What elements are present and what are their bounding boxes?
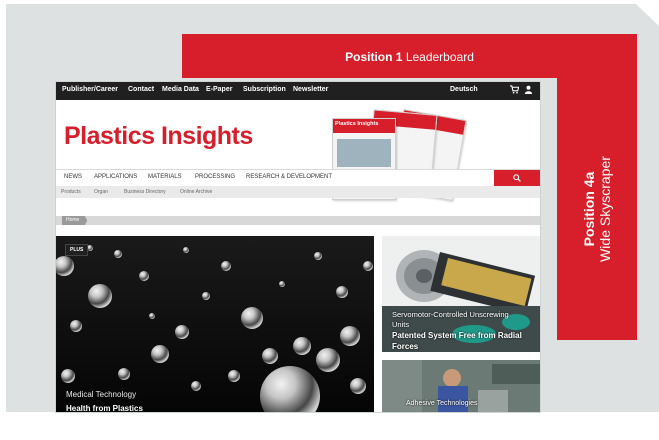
nav-contact[interactable]: Contact xyxy=(128,86,154,93)
nav-research-development[interactable]: RESEARCH & DEVELOPMENT xyxy=(246,174,332,180)
leaderboard-ad-position: Position 1 Leaderboard xyxy=(182,34,637,78)
skyscraper-name: Wide Skyscraper xyxy=(597,156,613,262)
sub-navigation: Products Organ Business Directory Online… xyxy=(56,186,540,198)
nav-epaper[interactable]: E-Paper xyxy=(206,86,232,93)
hero-article[interactable]: PLUS Medical Technology Health from Plas… xyxy=(56,236,374,412)
wide-skyscraper-ad-position: Position 4a Wide Skyscraper xyxy=(557,78,637,340)
search-icon xyxy=(513,174,521,182)
subnav-organ[interactable]: Organ xyxy=(94,189,108,195)
breadcrumb-home[interactable]: Home xyxy=(62,216,88,225)
leaderboard-name: Leaderboard xyxy=(405,50,474,64)
language-switch[interactable]: Deutsch xyxy=(450,86,478,93)
card-category: Adhesive Technologies xyxy=(406,400,478,407)
website-mockup: Publisher/Career Contact Media Data E-Pa… xyxy=(56,82,540,412)
breadcrumb: Home xyxy=(56,216,540,225)
hero-category: Medical Technology xyxy=(66,390,137,399)
card-category: Servomotor-Controlled Unscrewing xyxy=(392,310,509,319)
nav-publisher-career[interactable]: Publisher/Career xyxy=(62,86,118,93)
user-icon[interactable] xyxy=(524,85,533,94)
card-headline[interactable]: Patented System Free from Radial Forces xyxy=(392,330,540,352)
nav-media-data[interactable]: Media Data xyxy=(162,86,199,93)
leaderboard-label: Position 1 Leaderboard xyxy=(182,50,637,64)
nav-subscription[interactable]: Subscription xyxy=(243,86,286,93)
plus-badge: PLUS xyxy=(65,244,89,256)
ad-positions-mockup: Publisher/Career Contact Media Data E-Pa… xyxy=(0,0,659,440)
article-card-unscrewing[interactable]: Servomotor-Controlled Unscrewing Units P… xyxy=(382,236,540,352)
subnav-business-directory[interactable]: Business Directory xyxy=(124,189,166,195)
cart-icon[interactable] xyxy=(510,85,519,94)
article-card-adhesive[interactable]: Adhesive Technologies xyxy=(382,360,540,412)
nav-processing[interactable]: PROCESSING xyxy=(195,174,235,180)
hero-headline[interactable]: Health from Plastics xyxy=(66,404,143,412)
subnav-products[interactable]: Products xyxy=(61,189,81,195)
search-button[interactable] xyxy=(494,170,540,187)
cover-image xyxy=(337,139,391,167)
nav-applications[interactable]: APPLICATIONS xyxy=(94,174,137,180)
magazine-title: Plastics Insights xyxy=(333,119,395,133)
card-category-cont: Units xyxy=(392,320,410,329)
leaderboard-position: Position 1 xyxy=(345,50,403,64)
nav-materials[interactable]: MATERIALS xyxy=(148,174,182,180)
bubbles-image xyxy=(56,236,374,412)
site-logo[interactable]: Plastics Insights xyxy=(64,122,253,151)
nav-newsletter[interactable]: Newsletter xyxy=(293,86,328,93)
skyscraper-label: Position 4a Wide Skyscraper xyxy=(581,156,613,262)
nav-news[interactable]: NEWS xyxy=(64,174,82,180)
skyscraper-position: Position 4a xyxy=(581,171,597,247)
top-navigation: Publisher/Career Contact Media Data E-Pa… xyxy=(56,82,540,100)
subnav-online-archive[interactable]: Online Archive xyxy=(180,189,212,195)
